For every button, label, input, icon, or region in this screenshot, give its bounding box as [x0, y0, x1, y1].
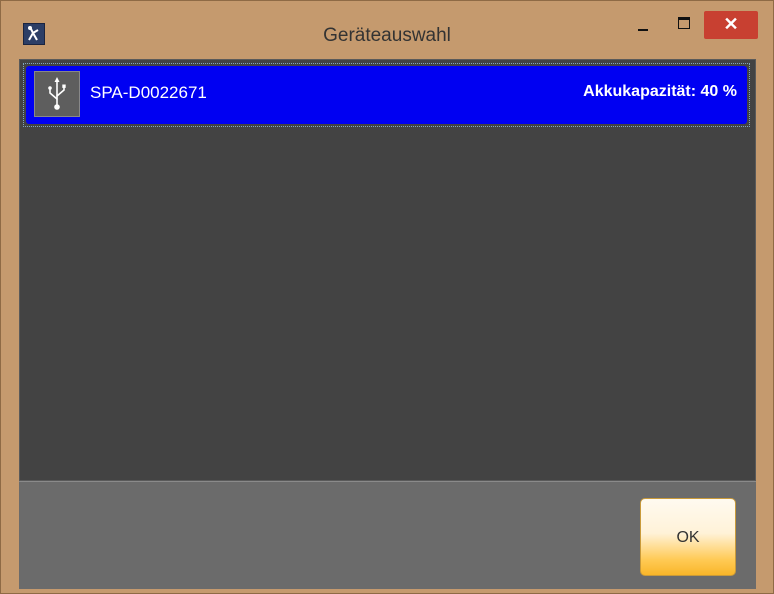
usb-icon [34, 71, 80, 117]
close-button[interactable]: ✕ [704, 11, 758, 39]
device-list-item[interactable]: SPA-D0022671 Akkukapazität: 40 % [23, 63, 750, 127]
close-icon: ✕ [723, 14, 739, 34]
device-item-selection: SPA-D0022671 Akkukapazität: 40 % [26, 66, 747, 124]
minimize-icon [638, 29, 648, 31]
minimize-button[interactable] [627, 11, 659, 39]
maximize-icon [678, 17, 690, 29]
device-name: SPA-D0022671 [90, 83, 207, 102]
device-selection-window: Geräteauswahl ✕ SPA-D0022671 Akkukapazit… [0, 0, 774, 594]
footer-panel: OK [19, 481, 756, 589]
maximize-button[interactable] [667, 11, 699, 39]
title-bar[interactable]: Geräteauswahl ✕ [1, 1, 773, 57]
battery-capacity: Akkukapazität: 40 % [583, 83, 737, 100]
device-list: SPA-D0022671 Akkukapazität: 40 % [19, 59, 756, 481]
ok-button[interactable]: OK [640, 498, 736, 576]
